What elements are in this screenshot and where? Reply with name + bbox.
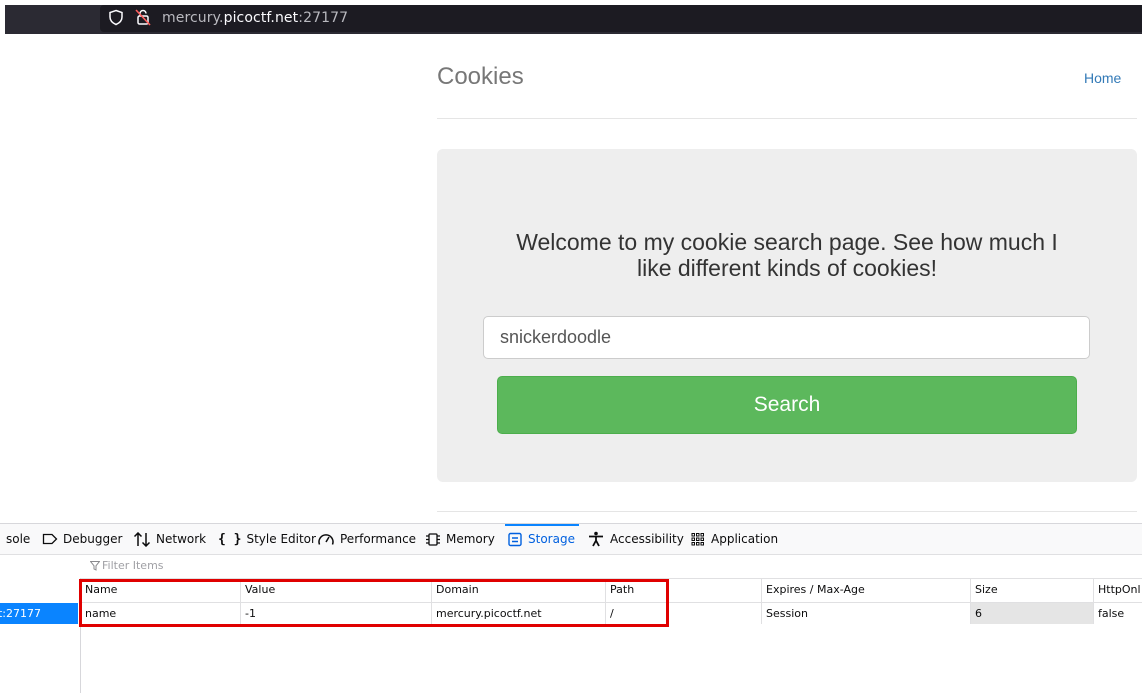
welcome-heading: Welcome to my cookie search page. See ho… [516, 229, 1058, 281]
url-domain: picoctf.net [223, 10, 299, 26]
tab-debugger[interactable]: Debugger [42, 524, 122, 554]
tab-console[interactable]: sole [6, 524, 30, 554]
footer-divider [437, 511, 1137, 512]
search-button[interactable]: Search [497, 376, 1077, 434]
home-link[interactable]: Home [1084, 70, 1121, 86]
search-panel: Welcome to my cookie search page. See ho… [437, 149, 1137, 482]
cell-size[interactable]: 6 [970, 603, 1093, 624]
tab-application-label: Application [711, 532, 779, 546]
grid-icon [691, 532, 704, 545]
browser-toolbar: mercury.picoctf.net:27177 [0, 0, 1142, 37]
tab-accessibility-label: Accessibility [610, 532, 684, 546]
column-header-size[interactable]: Size [970, 578, 1093, 602]
cell-expires[interactable]: Session [761, 603, 970, 624]
shield-icon[interactable] [108, 9, 124, 26]
filter-bar [80, 554, 1142, 579]
tab-memory[interactable]: Memory [425, 524, 495, 554]
tab-style-editor[interactable]: { } Style Editor [218, 524, 316, 554]
network-icon [133, 531, 151, 547]
braces-icon: { } [218, 531, 242, 547]
url-text[interactable]: mercury.picoctf.net:27177 [162, 10, 348, 26]
header-divider [437, 118, 1137, 119]
tab-storage[interactable]: Storage [505, 524, 579, 554]
cell-httponly[interactable]: false [1093, 603, 1142, 624]
debugger-icon [42, 533, 58, 545]
tab-accessibility[interactable]: Accessibility [587, 524, 684, 554]
highlight-annotation-box [79, 579, 669, 627]
url-prefix: mercury. [162, 10, 224, 26]
tab-style-editor-label: Style Editor [246, 532, 316, 546]
filter-icon [90, 561, 100, 571]
cookie-host-label: et:27177 [0, 607, 41, 620]
insecure-lock-icon[interactable] [135, 8, 151, 26]
tab-performance[interactable]: Performance [317, 524, 416, 554]
tab-debugger-label: Debugger [63, 532, 123, 546]
tab-console-label: sole [6, 532, 31, 546]
gauge-icon [318, 533, 334, 545]
cookie-search-input[interactable] [483, 316, 1090, 359]
tab-application[interactable]: Application [690, 524, 778, 554]
filter-items-input[interactable] [102, 557, 402, 574]
tab-memory-label: Memory [446, 532, 495, 546]
column-header-expires[interactable]: Expires / Max-Age [761, 578, 970, 602]
tab-network-label: Network [156, 532, 207, 546]
accessibility-icon [589, 531, 603, 547]
cookie-host-item[interactable]: et:27177 [0, 603, 78, 624]
chip-icon [426, 532, 440, 546]
tab-performance-label: Performance [340, 532, 417, 546]
url-port: :27177 [298, 10, 349, 26]
storage-icon [508, 532, 522, 546]
storage-tree: et:27177 [0, 578, 81, 693]
tab-storage-label: Storage [528, 532, 575, 546]
devtools-tabbar: sole Debugger Network { } Style Editor P… [0, 523, 1142, 555]
page-title: Cookies [437, 63, 524, 90]
column-header-httponly[interactable]: HttpOnl [1093, 578, 1142, 602]
tab-network[interactable]: Network [133, 524, 206, 554]
